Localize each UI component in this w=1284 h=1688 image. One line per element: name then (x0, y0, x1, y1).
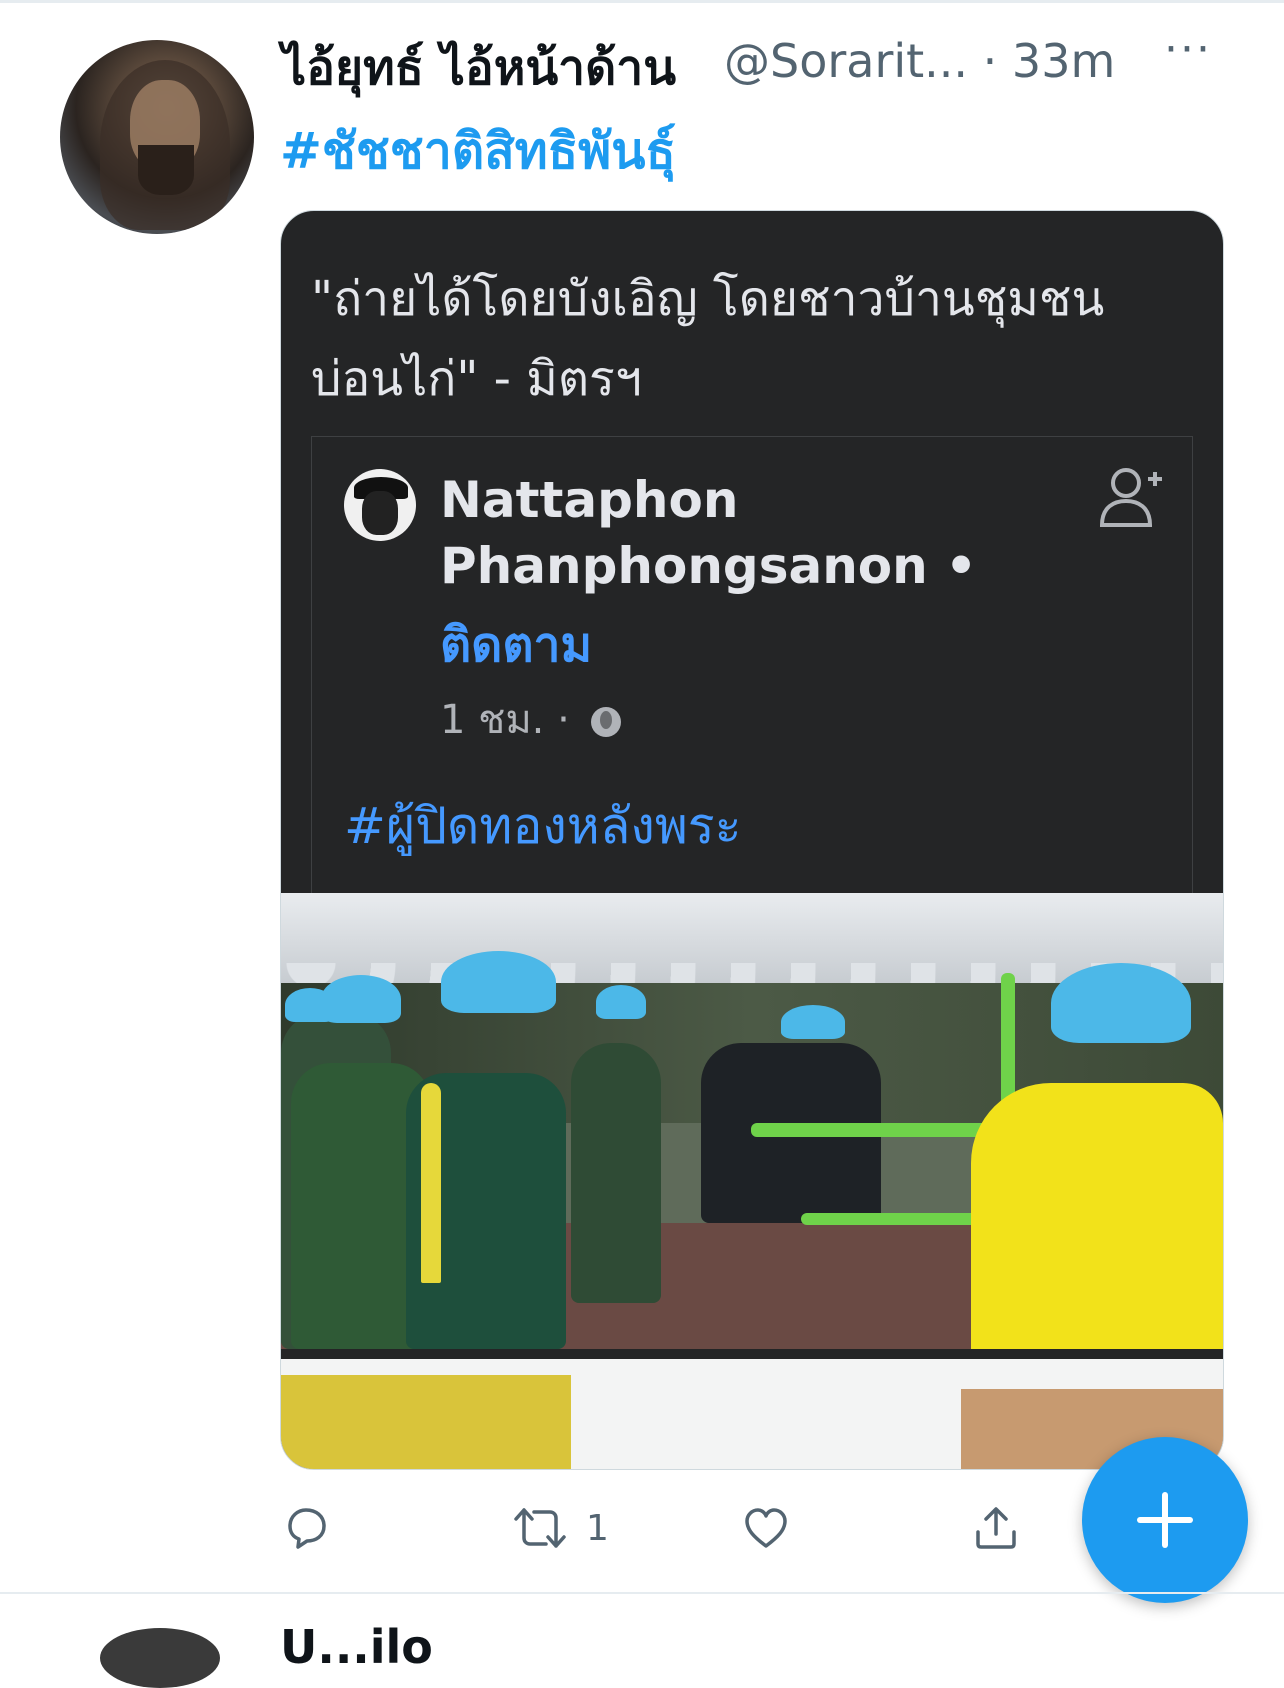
top-divider (0, 0, 1284, 3)
add-friend-icon[interactable] (1096, 461, 1166, 531)
share-button[interactable] (972, 1500, 1020, 1556)
next-tweet-name[interactable]: U...ilo (280, 1620, 433, 1674)
embed-author-name: Nattaphon Phanphongsanon (440, 471, 928, 595)
photo-cap (1051, 963, 1191, 1043)
avatar[interactable] (60, 40, 254, 234)
embed-time: 1 ชม. · (440, 687, 621, 751)
photo-cap (321, 975, 401, 1023)
card-quote: "ถ่ายได้โดยบังเอิญ โดยชาวบ้านชุมชนบ่อนไก… (311, 271, 1105, 407)
tweet-header: ไอ้ยุทธ์ ไอ้หน้าด้าน @Sorarit... · 33m ·… (282, 24, 1210, 100)
photo-person (571, 1043, 661, 1303)
photo-scarf (421, 1083, 441, 1283)
globe-icon (590, 707, 621, 737)
embed-time-text: 1 ชม. · (440, 697, 570, 743)
author-handle[interactable]: @Sorarit... · 33m (724, 34, 1115, 88)
follow-link[interactable]: ติดตาม (440, 607, 592, 683)
separator: · (982, 34, 998, 88)
author-name[interactable]: ไอ้ยุทธ์ ไอ้หน้าด้าน (282, 30, 676, 106)
reply-icon (288, 1508, 326, 1549)
embedded-card[interactable]: "ถ่ายได้โดยบังเอิญ โดยชาวบ้านชุมชนบ่อนไก… (280, 210, 1224, 1470)
more-icon[interactable]: ··· (1164, 24, 1212, 75)
avatar-head (362, 491, 398, 535)
embed-hashtag[interactable]: #ผู้ปิดทองหลังพระ (344, 787, 742, 866)
embed-dot: • (945, 537, 978, 595)
tweet-actions: 1 (282, 1500, 1082, 1560)
embed-avatar[interactable] (344, 469, 416, 541)
embed-photo[interactable] (281, 893, 1223, 1349)
photo-cap (441, 951, 556, 1013)
tweet-hashtag[interactable]: #ชัชชาติสิทธิพันธุ์ (280, 112, 676, 191)
photo-cap (596, 985, 646, 1019)
avatar-beard (138, 145, 194, 195)
photo-yellow-panel (281, 1375, 571, 1469)
embed-photo-second[interactable] (281, 1359, 1223, 1469)
tweet-divider (0, 1592, 1284, 1594)
next-tweet-avatar[interactable] (100, 1628, 220, 1688)
handle-text: @Sorarit... (724, 34, 969, 88)
tweet-time[interactable]: 33m (1012, 34, 1115, 88)
photo-person (971, 1083, 1223, 1349)
like-button[interactable] (742, 1500, 790, 1556)
retweet-button[interactable]: 1 (512, 1500, 609, 1556)
photo-cap (781, 1005, 845, 1039)
embed-author[interactable]: Nattaphon Phanphongsanon • (440, 467, 1060, 599)
retweet-icon (514, 1508, 566, 1548)
compose-tweet-button[interactable] (1082, 1437, 1248, 1603)
heart-icon (745, 1508, 787, 1548)
share-icon (976, 1507, 1016, 1549)
reply-button[interactable] (282, 1500, 330, 1556)
retweet-count: 1 (586, 1507, 609, 1549)
facebook-embed[interactable]: Nattaphon Phanphongsanon • ติดตาม 1 ชม. … (311, 436, 1193, 907)
